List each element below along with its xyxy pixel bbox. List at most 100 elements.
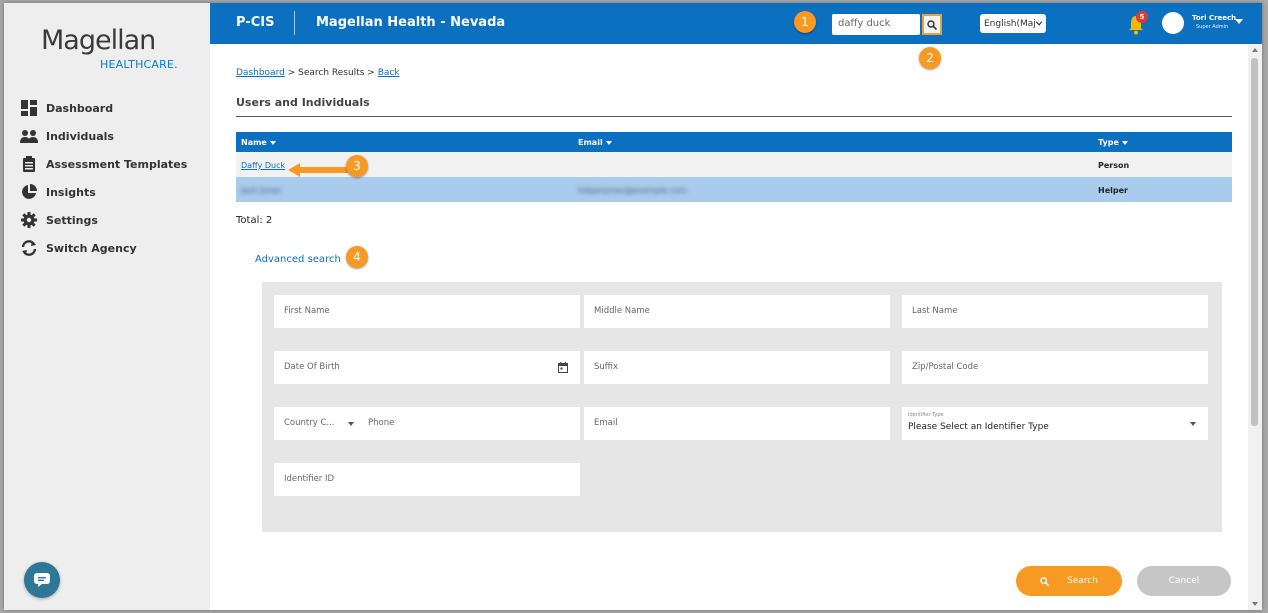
results-total: Total: 2 [236,215,273,226]
identifier-type-select[interactable]: Identifier Type Please Select an Identif… [902,407,1208,440]
sidebar-item-label: Switch Agency [46,241,137,255]
result-type: Helper [1098,186,1128,195]
refresh-icon [20,240,38,256]
clipboard-icon [20,156,38,172]
chevron-down-icon [1035,21,1042,26]
identifier-type-value: Please Select an Identifier Type [908,422,1049,432]
callout-1: 1 [794,11,816,33]
user-name[interactable]: Tori Creech [1192,14,1236,22]
callout-4: 4 [346,246,368,268]
middle-name-field[interactable]: Middle Name [584,295,890,328]
breadcrumb-back-link[interactable]: Back [378,68,400,78]
callout-2: 2 [919,47,941,69]
chat-icon [34,573,50,587]
sidebar-item-label: Insights [46,185,96,199]
result-email: helperjones@example.com [578,186,687,195]
results-table: Name Email Type Daffy Duck Person Jack J… [236,132,1232,202]
search-icon [927,19,937,30]
main-content: Dashboard > Search Results > Back Users … [210,44,1248,610]
sidebar-nav: Dashboard Individuals Assessment Templat… [4,94,210,262]
logo-subtitle: HEALTHCARE. [100,58,178,71]
search-button-label: Search [1067,576,1098,586]
breadcrumb-dashboard-link[interactable]: Dashboard [236,68,285,78]
column-header-type[interactable]: Type [1098,138,1128,147]
chevron-down-icon [1190,422,1196,426]
sidebar-item-label: Assessment Templates [46,157,188,171]
scroll-down-arrow-icon[interactable] [1252,602,1258,606]
magellan-logo[interactable]: Magellan HEALTHCARE. [41,25,181,75]
logo-wordmark: Magellan [41,25,156,56]
result-name-link[interactable]: Jack Jones [241,186,281,195]
cancel-button[interactable]: Cancel [1137,566,1231,596]
search-button[interactable] [922,14,942,35]
chevron-down-icon [348,422,354,426]
date-of-birth-placeholder: Date Of Birth [284,362,340,372]
vertical-scrollbar[interactable] [1248,44,1262,610]
sidebar-item-assessment-templates[interactable]: Assessment Templates [4,150,210,178]
breadcrumb-separator: > [367,68,375,78]
advanced-search-link[interactable]: Advanced search [255,254,341,265]
result-name-link[interactable]: Daffy Duck [241,161,285,170]
language-select[interactable]: English(Maj [980,14,1046,33]
global-search-input[interactable]: daffy duck [832,14,920,35]
table-row[interactable]: Jack Jones helperjones@example.com Helpe… [236,177,1232,202]
breadcrumb-current: Search Results [298,68,365,78]
last-name-field[interactable]: Last Name [902,295,1208,328]
zip-code-field[interactable]: Zip/Postal Code [902,351,1208,384]
first-name-field[interactable]: First Name [274,295,580,328]
sidebar-item-settings[interactable]: Settings [4,206,210,234]
notifications-button[interactable]: 5 [1128,11,1148,35]
scroll-up-arrow-icon[interactable] [1252,48,1258,52]
language-value: English(Maj [984,18,1036,29]
phone-placeholder: Phone [368,418,395,428]
title-divider [236,116,1232,117]
breadcrumb: Dashboard > Search Results > Back [236,68,400,78]
page-title: Users and Individuals [236,96,370,109]
pie-chart-icon [20,184,38,200]
sort-caret-icon [1121,140,1128,145]
people-icon [20,128,38,144]
callout-3: 3 [346,155,368,177]
sidebar-item-insights[interactable]: Insights [4,178,210,206]
app-name[interactable]: P-CIS [236,15,274,30]
user-role: Super Admin [1196,24,1229,30]
app-window: Magellan HEALTHCARE. Dashboard Individua… [4,3,1262,610]
avatar[interactable] [1162,12,1184,34]
result-type: Person [1098,161,1130,170]
gear-icon [20,212,38,228]
table-row[interactable]: Daffy Duck Person [236,152,1232,177]
country-code-select[interactable]: Country C... [284,418,335,428]
date-of-birth-field[interactable]: Date Of Birth [274,351,580,384]
breadcrumb-separator: > [287,68,296,78]
identifier-id-field[interactable]: Identifier ID [274,463,580,496]
notification-count-badge: 5 [1136,11,1148,23]
callout-arrow [298,167,348,173]
header-divider [294,11,295,35]
sidebar-item-label: Individuals [46,129,114,143]
sidebar-item-switch-agency[interactable]: Switch Agency [4,234,210,262]
scroll-thumb[interactable] [1251,58,1258,426]
sidebar-item-label: Settings [46,213,98,227]
column-header-name[interactable]: Name [241,138,276,147]
sidebar: Magellan HEALTHCARE. Dashboard Individua… [4,3,210,610]
sort-caret-icon [605,140,612,145]
search-icon [1040,576,1050,586]
identifier-type-label: Identifier Type [908,412,944,418]
sidebar-item-dashboard[interactable]: Dashboard [4,94,210,122]
tenant-name: Magellan Health - Nevada [316,15,506,30]
table-header: Name Email Type [236,132,1232,152]
search-submit-button[interactable]: Search [1016,566,1122,596]
email-field[interactable]: Email [584,407,890,440]
chat-button[interactable] [24,562,60,598]
calendar-icon[interactable] [558,362,568,373]
sidebar-item-individuals[interactable]: Individuals [4,122,210,150]
advanced-search-form: First Name Middle Name Last Name Date Of… [262,282,1222,532]
user-menu-caret-icon[interactable] [1235,19,1243,24]
dashboard-icon [20,100,38,116]
top-bar: P-CIS Magellan Health - Nevada daffy duc… [210,3,1262,44]
sidebar-item-label: Dashboard [46,101,114,115]
phone-field[interactable]: Country C... Phone [274,407,580,440]
column-header-email[interactable]: Email [578,138,612,147]
suffix-field[interactable]: Suffix [584,351,890,384]
sort-caret-icon [269,140,276,145]
